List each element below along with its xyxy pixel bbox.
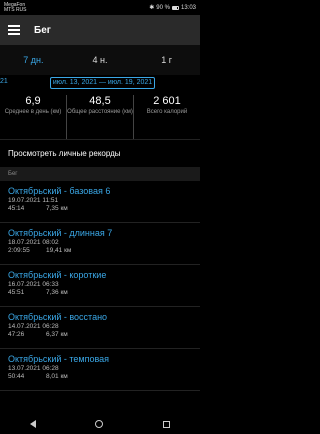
personal-records-link[interactable]: Просмотреть личные рекорды: [0, 139, 200, 167]
carrier-info: MegaFon MTS RUS: [4, 2, 27, 13]
activity-duration: 50:44: [8, 373, 25, 380]
stat-avg-per-day: 6,9 Среднее в день (км): [0, 95, 66, 139]
activity-distance: 19,41 км: [46, 247, 72, 254]
activity-date: 18.07.2021 08:02: [8, 239, 59, 246]
list-item[interactable]: Октябрьский - темповая 13.07.2021 06:28 …: [0, 349, 200, 391]
date-range[interactable]: июл. 13, 2021 — июл. 19, 2021: [50, 77, 155, 89]
tab-1-year[interactable]: 1 г: [133, 45, 200, 75]
activity-duration: 45:51: [8, 289, 25, 296]
activity-date: 13.07.2021 06:28: [8, 365, 59, 372]
stat-value: 48,5: [89, 95, 111, 107]
date-selector: 21 июл. 13, 2021 — июл. 19, 2021: [0, 75, 200, 91]
section-header: Бег: [0, 167, 200, 181]
activity-distance: 7,36 км: [46, 289, 68, 296]
stat-total-distance: 48,5 Общее расстояние (км): [66, 95, 133, 139]
stat-value: 2 601: [153, 95, 181, 107]
range-tabs: 7 дн. 4 н. 1 г: [0, 45, 200, 75]
activity-title: Октябрьский - темповая: [8, 354, 110, 364]
activity-title: Октябрьский - восстано: [8, 312, 108, 322]
activity-date: 16.07.2021 06:33: [8, 281, 59, 288]
activity-date: 19.07.2021 11:51: [8, 197, 59, 204]
activity-list: Октябрьский - базовая 6 19.07.2021 11:51…: [0, 181, 200, 391]
clock: 13:03: [180, 4, 196, 11]
stat-label: Всего калорий: [146, 109, 188, 115]
system-nav-bar: [0, 414, 200, 434]
activity-distance: 7,35 км: [46, 205, 68, 212]
activity-duration: 45:14: [8, 205, 25, 212]
status-indicators: ✱ 90 % 13:03: [149, 4, 196, 12]
stat-label: Общее расстояние (км): [67, 109, 133, 115]
activity-title: Октябрьский - базовая 6: [8, 186, 111, 196]
stat-label: Среднее в день (км): [4, 109, 62, 115]
bluetooth-icon: ✱: [149, 5, 155, 11]
battery-icon: [171, 5, 179, 10]
activity-date: 14.07.2021 06:28: [8, 323, 59, 330]
activity-duration: 47:26: [8, 331, 25, 338]
summary-stats: 6,9 Среднее в день (км) 48,5 Общее расст…: [0, 91, 200, 139]
tab-7-days[interactable]: 7 дн.: [0, 45, 67, 75]
battery-percent: 90 %: [156, 4, 170, 11]
status-bar: MegaFon MTS RUS ✱ 90 % 13:03: [0, 0, 200, 15]
stat-total-calories: 2 601 Всего калорий: [133, 95, 200, 139]
tab-4-weeks[interactable]: 4 н.: [67, 45, 134, 75]
home-icon[interactable]: [95, 420, 104, 428]
page-title: Бег: [34, 24, 51, 36]
list-item[interactable]: Октябрьский - длинная 7 18.07.2021 08:02…: [0, 223, 200, 265]
list-item[interactable]: Октябрьский - базовая 6 19.07.2021 11:51…: [0, 181, 200, 223]
list-item[interactable]: Октябрьский - восстано 14.07.2021 06:28 …: [0, 307, 200, 349]
activity-distance: 8,01 км: [46, 373, 68, 380]
activity-title: Октябрьский - короткие: [8, 270, 107, 280]
menu-icon[interactable]: [8, 25, 20, 35]
activity-distance: 6,37 км: [46, 331, 68, 338]
activity-duration: 2:09:55: [8, 247, 30, 254]
carrier-name-2: MTS RUS: [4, 6, 27, 13]
previous-period[interactable]: 21: [0, 78, 8, 85]
app-bar: Бег: [0, 15, 200, 45]
list-item[interactable]: Октябрьский - короткие 16.07.2021 06:33 …: [0, 265, 200, 307]
activity-title: Октябрьский - длинная 7: [8, 228, 113, 238]
back-icon[interactable]: [29, 420, 36, 428]
stat-value: 6,9: [25, 95, 41, 107]
recent-apps-icon[interactable]: [163, 420, 171, 428]
